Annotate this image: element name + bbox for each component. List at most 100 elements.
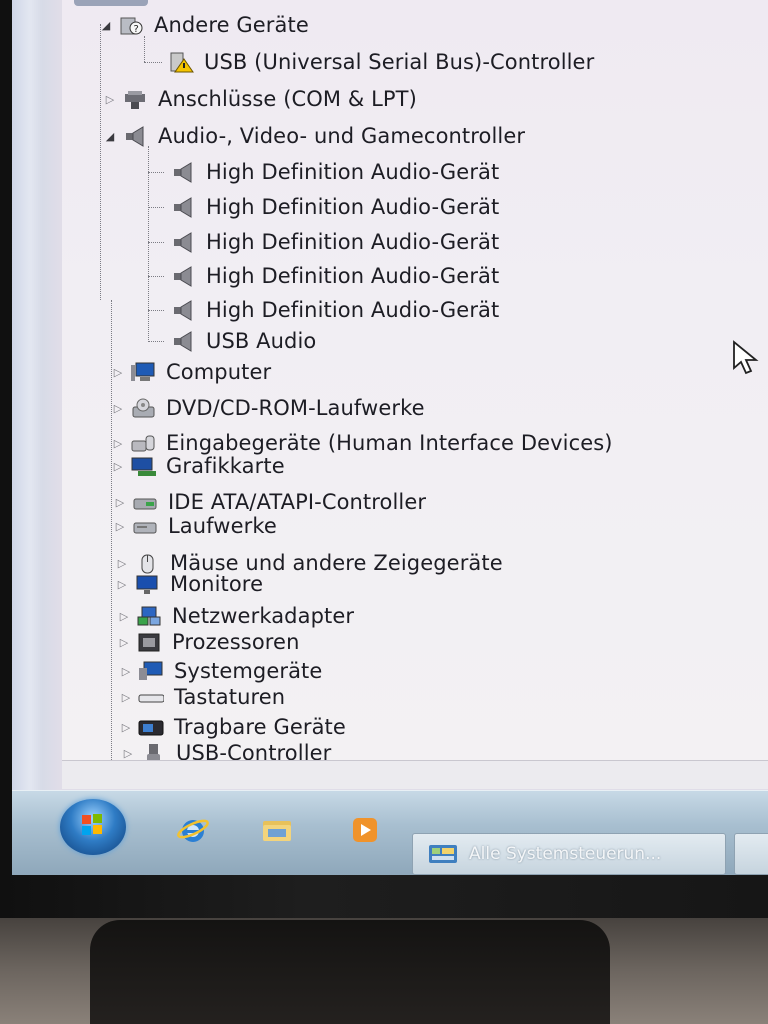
tree-connector-line [100, 24, 101, 300]
expand-triangle-icon[interactable]: ▷ [118, 636, 130, 649]
tree-item-label: Audio-, Video- und Gamecontroller [158, 124, 526, 148]
collapse-triangle-icon[interactable]: ◢ [100, 19, 112, 32]
monitor-stand [90, 920, 610, 1024]
windows-logo-icon [82, 814, 102, 835]
mouse-pointer-icon [733, 340, 759, 375]
screen: ◢? Andere Geräte USB (Universal Serial Bus… [12, 0, 768, 875]
display-adapter-icon [130, 455, 156, 477]
computer-icon [130, 361, 156, 383]
speaker-icon [170, 231, 196, 253]
expand-triangle-icon[interactable]: ▷ [120, 691, 132, 704]
tree-item[interactable]: High Definition Audio-Gerät [164, 227, 499, 257]
processor-icon [136, 631, 162, 653]
media-player-icon[interactable] [348, 815, 382, 845]
portable-device-icon [138, 716, 164, 738]
tree-connector-line [148, 242, 164, 243]
collapse-triangle-icon[interactable]: ◢ [104, 130, 116, 143]
tree-item-label: USB Audio [206, 329, 317, 353]
tree-item-label: DVD/CD-ROM-Laufwerke [166, 396, 425, 420]
taskbar-button-next[interactable] [734, 833, 768, 875]
tree-item-label: Anschlüsse (COM & LPT) [158, 87, 417, 111]
expand-triangle-icon[interactable]: ▷ [120, 665, 132, 678]
ide-controller-icon [132, 491, 158, 513]
expand-triangle-icon[interactable]: ▷ [104, 93, 116, 106]
speaker-icon [170, 330, 196, 352]
horizontal-scrollbar[interactable] [62, 760, 768, 789]
internet-explorer-icon[interactable] [176, 815, 210, 845]
tree-item-label: Monitore [170, 572, 264, 596]
tree-item[interactable]: ◢? Andere Geräte [100, 10, 309, 40]
start-button[interactable] [60, 799, 126, 855]
control-panel-icon [429, 845, 457, 863]
tree-item[interactable]: ▷ Computer [112, 357, 271, 387]
tree-connector-line [148, 276, 164, 277]
tree-item-label: High Definition Audio-Gerät [206, 230, 500, 254]
tree-connector-line [144, 62, 162, 63]
tree-item[interactable]: ▷ Laufwerke [114, 511, 277, 541]
tree-item[interactable]: ▷ Monitore [116, 569, 263, 599]
tree-connector-line [111, 300, 112, 760]
svg-text:?: ? [134, 24, 139, 35]
expand-triangle-icon[interactable]: ▷ [118, 610, 130, 623]
tree-connector-line [148, 310, 164, 311]
network-adapter-icon [136, 605, 162, 627]
tree-item-label: Netzwerkadapter [172, 604, 355, 628]
tree-item-label: Prozessoren [172, 630, 300, 654]
other-device-icon: ? [118, 14, 144, 36]
speaker-icon [122, 125, 148, 147]
tree-item-label: High Definition Audio-Gerät [206, 298, 500, 322]
tree-item[interactable]: High Definition Audio-Gerät [164, 157, 499, 187]
expand-triangle-icon[interactable]: ▷ [112, 366, 124, 379]
tree-item-label: Andere Geräte [154, 13, 309, 37]
tree-item[interactable]: ▷ Prozessoren [118, 627, 300, 657]
monitor-bezel: ◢? Andere Geräte USB (Universal Serial Bus… [0, 0, 768, 918]
speaker-icon [170, 299, 196, 321]
taskbar-button-label: Alle Systemsteuerun... [469, 844, 662, 864]
toolbar-edge [74, 0, 148, 6]
tree-item[interactable]: High Definition Audio-Gerät [164, 261, 499, 291]
speaker-icon [170, 161, 196, 183]
tree-connector-line [148, 207, 164, 208]
tree-item[interactable]: ▷ Tastaturen [120, 682, 285, 712]
tree-item[interactable]: ▷ DVD/CD-ROM-Laufwerke [112, 393, 425, 423]
taskbar-button-control-panel[interactable]: Alle Systemsteuerun... [412, 833, 726, 875]
disc-drive-icon [130, 397, 156, 419]
device-manager-window: ◢? Andere Geräte USB (Universal Serial Bus… [12, 0, 768, 790]
expand-triangle-icon[interactable]: ▷ [114, 496, 126, 509]
tree-item[interactable]: USB (Universal Serial Bus)-Controller [162, 47, 594, 77]
expand-triangle-icon[interactable]: ▷ [120, 721, 132, 734]
expand-triangle-icon[interactable]: ▷ [112, 402, 124, 415]
tree-item[interactable]: ▷ Anschlüsse (COM & LPT) [104, 84, 417, 114]
tree-item[interactable]: USB Audio [164, 326, 316, 356]
tree-item-label: High Definition Audio-Gerät [206, 195, 500, 219]
tree-item-label: Systemgeräte [174, 659, 323, 683]
tree-item-label: Laufwerke [168, 514, 277, 538]
monitor-icon [134, 573, 160, 595]
tree-item-label: High Definition Audio-Gerät [206, 160, 500, 184]
port-icon [122, 88, 148, 110]
tree-item[interactable]: High Definition Audio-Gerät [164, 295, 499, 325]
expand-triangle-icon[interactable]: ▷ [112, 437, 124, 450]
tree-connector-line [148, 172, 164, 173]
explorer-folder-icon[interactable] [260, 815, 294, 845]
tree-item-label: Grafikkarte [166, 454, 285, 478]
tree-item-label: Computer [166, 360, 272, 384]
expand-triangle-icon[interactable]: ▷ [116, 578, 128, 591]
warning-device-icon [168, 51, 194, 73]
tree-connector-line [144, 36, 145, 62]
expand-triangle-icon[interactable]: ▷ [122, 747, 134, 760]
tree-item[interactable]: ◢ Audio-, Video- und Gamecontroller [104, 121, 525, 151]
tree-item[interactable]: High Definition Audio-Gerät [164, 192, 499, 222]
expand-triangle-icon[interactable]: ▷ [116, 557, 128, 570]
tree-item-label: Tastaturen [174, 685, 286, 709]
tree-item[interactable]: ▷ Grafikkarte [112, 451, 285, 481]
system-device-icon [138, 660, 164, 682]
speaker-icon [170, 265, 196, 287]
expand-triangle-icon[interactable]: ▷ [112, 460, 124, 473]
tree-item-label: USB (Universal Serial Bus)-Controller [204, 50, 595, 74]
keyboard-icon [138, 686, 165, 708]
expand-triangle-icon[interactable]: ▷ [114, 520, 126, 533]
speaker-icon [170, 196, 196, 218]
taskbar: Alle Systemsteuerun... [12, 790, 768, 875]
tree-connector-line [148, 341, 164, 342]
